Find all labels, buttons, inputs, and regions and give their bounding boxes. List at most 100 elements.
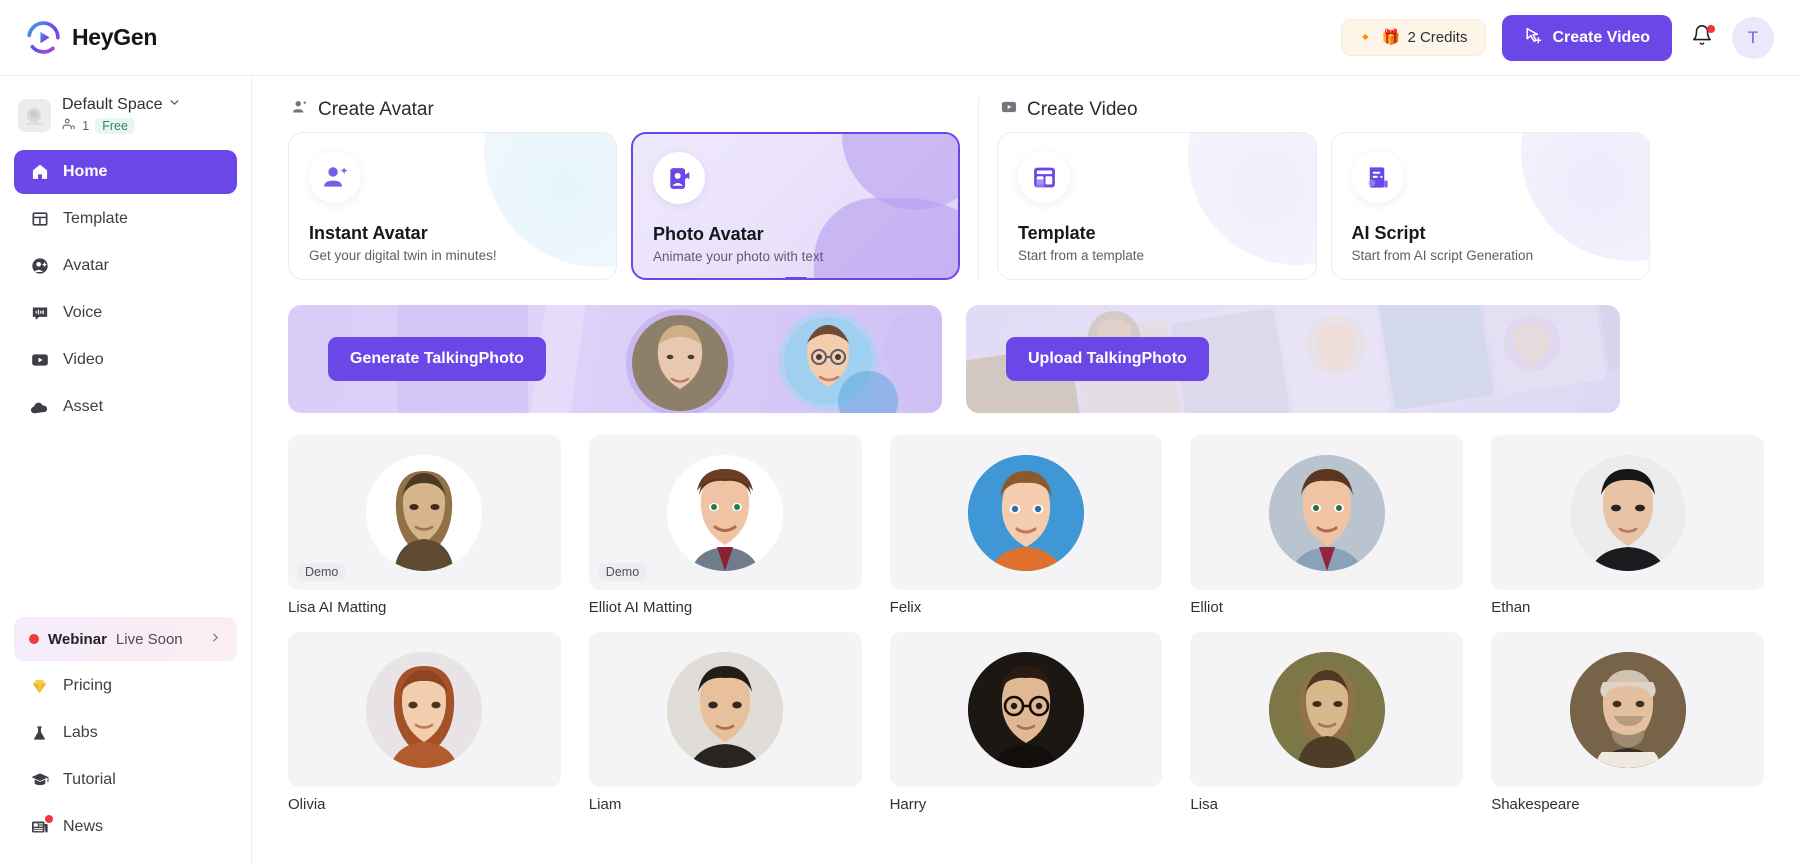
avatar-image xyxy=(366,651,483,768)
news-icon xyxy=(29,814,53,838)
space-name: Default Space xyxy=(62,96,163,113)
avatar-image xyxy=(967,454,1084,571)
space-members-count: 1 xyxy=(82,118,90,133)
section-title: Create Avatar xyxy=(318,98,434,120)
chevron-down-icon xyxy=(168,96,181,114)
create-video-button[interactable]: Create Video xyxy=(1502,14,1672,61)
avatar-thumbnail[interactable]: Demo xyxy=(588,435,862,590)
brand[interactable]: HeyGen xyxy=(26,20,157,55)
avatar-thumbnail[interactable] xyxy=(288,632,561,787)
avatar-name: Ethan xyxy=(1491,599,1531,616)
avatar-name: Liam xyxy=(588,796,622,813)
voice-icon xyxy=(29,303,50,324)
sidebar-item-pricing[interactable]: Pricing xyxy=(14,664,237,708)
avatar-card[interactable]: Demo Lisa AI Matting xyxy=(288,435,561,616)
photo-avatar-icon xyxy=(653,152,705,204)
chevron-right-icon xyxy=(209,631,222,648)
sidebar-nav: Home Template Avatar Voice Video Asset xyxy=(0,150,251,429)
avatar-card[interactable]: Felix xyxy=(889,435,1163,616)
card-photo-avatar[interactable]: Photo Avatar Animate your photo with tex… xyxy=(631,132,960,280)
home-icon xyxy=(29,162,50,183)
upload-talkingphoto-banner[interactable]: Upload TalkingPhoto xyxy=(966,305,1620,413)
sidebar-item-asset[interactable]: Asset xyxy=(14,385,237,429)
notification-button[interactable] xyxy=(1688,24,1716,52)
brand-name: HeyGen xyxy=(72,24,158,50)
avatar-icon xyxy=(29,256,50,277)
sidebar-item-avatar[interactable]: Avatar xyxy=(14,244,237,288)
flask-icon xyxy=(29,723,50,744)
sidebar-item-template[interactable]: Template xyxy=(14,197,237,241)
sidebar-item-label: Template xyxy=(63,210,128,227)
template-layout-icon xyxy=(1018,151,1070,203)
create-video-section: Create Video Template Start from a templ… xyxy=(978,98,1650,280)
card-title: AI Script xyxy=(1351,223,1426,243)
generate-talkingphoto-button[interactable]: Generate TalkingPhoto xyxy=(328,337,546,381)
avatar-thumbnail[interactable] xyxy=(1491,435,1764,590)
avatar-thumbnail[interactable]: Demo xyxy=(288,435,561,590)
avatar[interactable]: T xyxy=(1732,16,1774,59)
live-dot-icon xyxy=(29,634,39,644)
avatar-card[interactable]: Olivia xyxy=(288,632,561,813)
avatar-image xyxy=(1569,651,1686,768)
user-plus-icon xyxy=(291,98,309,121)
create-avatar-section: Create Avatar Instant Avatar Get your di… xyxy=(288,98,960,280)
sidebar-item-label: Labs xyxy=(63,724,98,741)
main-content: Create Avatar Instant Avatar Get your di… xyxy=(252,76,1800,865)
body: Default Space 1 Free Home Template Avata… xyxy=(0,76,1800,865)
sidebar-item-tutorial[interactable]: Tutorial xyxy=(14,758,237,802)
sidebar-item-voice[interactable]: Voice xyxy=(14,291,237,335)
avatar-name: Harry xyxy=(889,796,927,813)
webinar-subtitle: Live Soon xyxy=(115,630,183,648)
sidebar-item-video[interactable]: Video xyxy=(14,338,237,382)
avatar-image xyxy=(667,651,784,768)
avatar-image xyxy=(1569,454,1686,571)
avatar-card[interactable]: Liam xyxy=(588,632,862,813)
avatar-card[interactable]: Demo Elliot AI Matting xyxy=(588,435,862,616)
space-meta: Default Space 1 Free xyxy=(62,96,181,134)
sidebar-item-label: Asset xyxy=(63,398,104,415)
notification-unread-dot xyxy=(1707,24,1715,33)
sidebar-item-label: Pricing xyxy=(63,677,112,694)
sidebar-item-home[interactable]: Home xyxy=(14,150,237,194)
avatar-name: Lisa AI Matting xyxy=(288,599,387,616)
sidebar-item-labs[interactable]: Labs xyxy=(14,711,237,755)
avatar-thumbnail[interactable] xyxy=(1190,435,1464,590)
avatar-image xyxy=(1268,454,1385,571)
create-avatar-heading: Create Avatar xyxy=(288,98,960,121)
space-plan-badge: Free xyxy=(95,117,135,134)
sidebar-item-label: Home xyxy=(63,163,108,180)
avatar-thumbnail[interactable] xyxy=(1491,632,1764,787)
news-unread-dot xyxy=(45,814,53,823)
card-subtitle: Start from AI script Generation xyxy=(1351,248,1534,263)
section-title: Create Video xyxy=(1027,98,1138,120)
card-template[interactable]: Template Start from a template xyxy=(997,132,1317,280)
avatar-badge: Demo xyxy=(597,563,648,581)
ai-script-icon xyxy=(1351,151,1404,203)
avatar-card[interactable]: Elliot xyxy=(1190,435,1464,616)
space-selector[interactable]: Default Space 1 Free xyxy=(0,90,251,150)
selected-card-pointer xyxy=(784,277,807,278)
avatar-grid: Demo Lisa AI Matting Demo Elliot AI Matt… xyxy=(288,435,1764,813)
upload-talkingphoto-button[interactable]: Upload TalkingPhoto xyxy=(1006,337,1209,381)
avatar-thumbnail[interactable] xyxy=(588,632,862,787)
generate-talkingphoto-banner[interactable]: Generate TalkingPhoto xyxy=(288,305,942,413)
avatar-thumbnail[interactable] xyxy=(1190,632,1464,787)
card-instant-avatar[interactable]: Instant Avatar Get your digital twin in … xyxy=(288,132,617,280)
sidebar-item-webinar[interactable]: Webinar Live Soon xyxy=(14,617,237,661)
avatar-thumbnail[interactable] xyxy=(889,632,1163,787)
card-title: Template xyxy=(1018,223,1096,243)
avatar-image xyxy=(366,454,483,571)
avatar-card[interactable]: Ethan xyxy=(1491,435,1764,616)
video-icon xyxy=(29,350,50,371)
users-icon xyxy=(62,117,76,134)
avatar-thumbnail[interactable] xyxy=(889,435,1163,590)
sidebar-item-news[interactable]: News xyxy=(14,805,237,849)
credits-badge[interactable]: 🔸 🎁 2 Credits xyxy=(1341,19,1487,56)
sidebar-item-label: Voice xyxy=(63,304,103,321)
card-ai-script[interactable]: AI Script Start from AI script Generatio… xyxy=(1330,132,1650,280)
avatar-card[interactable]: Harry xyxy=(889,632,1163,813)
avatar-card[interactable]: Lisa xyxy=(1190,632,1464,813)
avatar-card[interactable]: Shakespeare xyxy=(1491,632,1764,813)
app-root: HeyGen 🔸 🎁 2 Credits Create Video T Defa… xyxy=(0,0,1800,865)
